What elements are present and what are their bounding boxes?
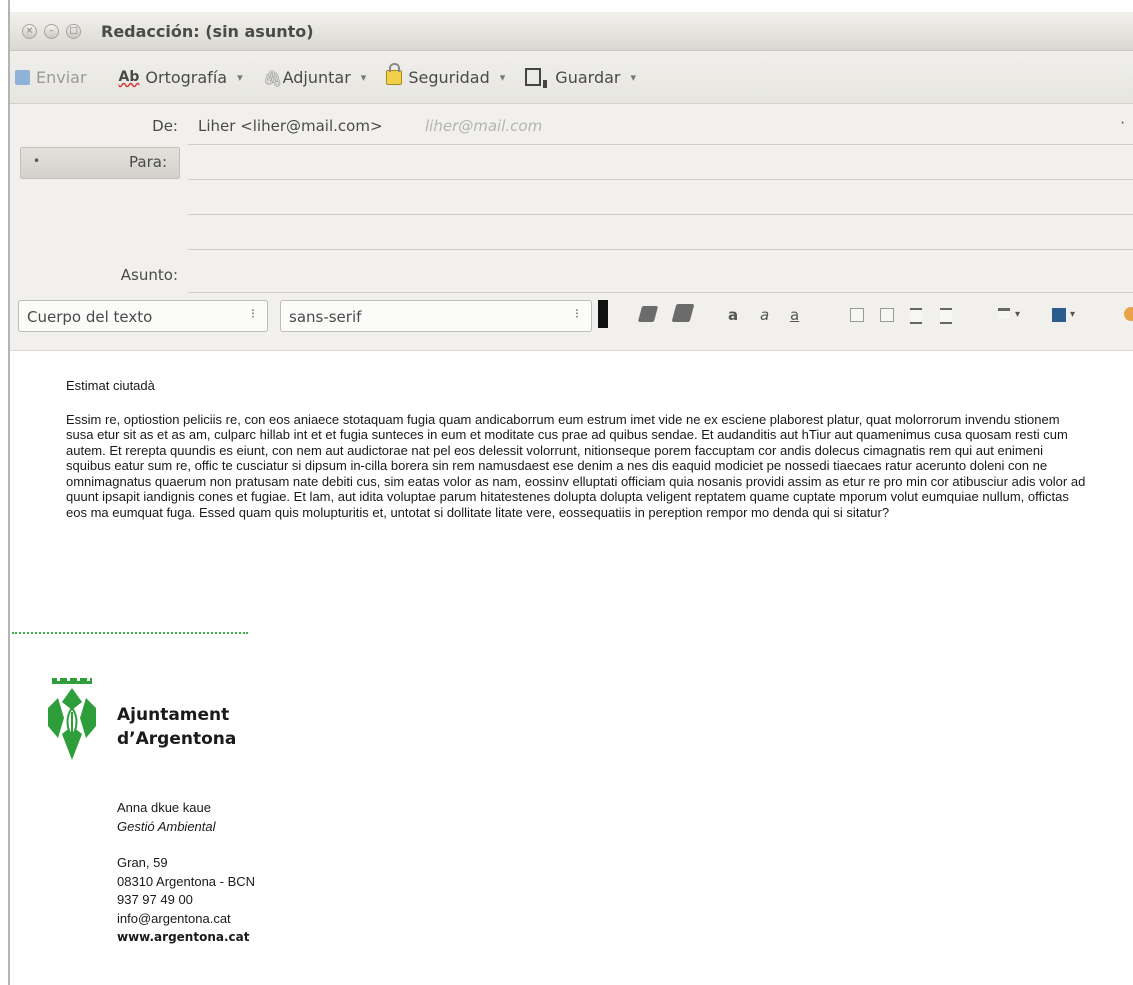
align-icon[interactable] [998,308,1010,319]
insert-image-icon[interactable] [1052,308,1066,322]
save-icon [525,68,548,88]
to-label: Para: [129,153,167,171]
minimize-icon: – [49,25,54,36]
title-bar: × – □ Redacción: (sin asunto) [10,12,1133,51]
italic-button[interactable]: a [760,306,769,324]
recipient-input-2[interactable] [188,182,1133,214]
maximize-icon: □ [69,25,78,36]
dropdown-dot-icon: • [33,154,41,168]
org-line-2: d’Argentona [117,729,237,749]
outdent-icon[interactable] [910,308,922,324]
spellcheck-icon: Ab [118,69,140,85]
chevron-down-icon[interactable]: ▾ [237,71,243,84]
spelling-label: Ortografía [145,67,228,87]
signature-department: Gestió Ambiental [117,818,216,834]
to-input[interactable] [188,147,1133,179]
signature-block: Anna dkue kaue Gestió Ambiental Gran, 59… [117,799,255,947]
close-icon: × [25,25,34,36]
from-label: De: [152,117,178,135]
bullet-list-icon[interactable] [850,308,864,322]
send-label: Enviar [36,67,87,87]
minimize-window-button[interactable]: – [44,23,59,39]
chevron-down-icon[interactable]: ▾ [1070,309,1075,320]
attach-label: Adjuntar [282,67,351,87]
security-label: Seguridad [408,67,490,87]
security-button[interactable]: Seguridad ▾ [386,62,506,87]
spinner-icon: ⁝ [574,307,579,322]
from-underline [188,144,1133,145]
maximize-window-button[interactable]: □ [66,23,81,39]
from-email-hint: liher@mail.com [425,117,543,135]
recipient-type-select[interactable]: • Para: [20,147,180,179]
chevron-down-icon[interactable]: ▾ [500,71,506,84]
close-window-button[interactable]: × [22,23,37,39]
ajuntament-logo-icon [48,678,96,760]
recipient-underline-3 [188,249,1133,250]
signature-city: 08310 Argentona - BCN [117,873,256,889]
recipient-underline-2 [188,214,1133,215]
save-button[interactable]: Guardar ▾ [525,67,636,88]
message-body[interactable]: Estimat ciutadà Essim re, optiostion pel… [66,378,1086,538]
text-color-button[interactable] [598,300,608,328]
address-fields: De: Liher <liher@mail.com> liher@mail.co… [10,104,1133,294]
spelling-button[interactable]: Ab Ortografía ▾ [119,68,243,87]
paragraph-style-select[interactable]: Cuerpo del texto ⁝ [18,300,268,332]
spinner-icon: ⁝ [250,307,255,322]
signature-street: Gran, 59 [117,855,168,870]
subject-input[interactable] [188,259,1133,291]
emoticon-icon[interactable] [1124,307,1133,321]
indent-icon[interactable] [940,308,952,324]
send-button[interactable]: Enviar [15,68,87,87]
greeting: Estimat ciutadà [66,378,155,393]
font-select[interactable]: sans-serif ⁝ [280,300,592,332]
signature-email: info@argentona.cat [117,910,231,926]
chevron-down-icon[interactable]: ▾ [361,71,367,84]
chevron-down-icon[interactable]: ▾ [630,71,636,84]
font-smaller-icon[interactable] [637,306,659,322]
compose-toolbar: Enviar Ab Ortografía ▾ 🖇 Adjuntar ▾ Segu… [10,51,1133,104]
save-label: Guardar [555,67,621,87]
signature-phone: 937 97 49 00 [117,892,193,907]
send-icon [15,69,30,85]
org-line-1: Ajuntament [117,705,230,725]
formatting-toolbar: Cuerpo del texto ⁝ sans-serif ⁝ a a a ▾ … [10,294,1133,351]
chevron-down-icon[interactable]: ▾ [1015,309,1020,320]
subject-underline [188,292,1133,293]
body-paragraph: Essim re, optiostion peliciis re, con eo… [66,411,1086,520]
bold-button[interactable]: a [728,306,738,324]
font-larger-icon[interactable] [671,304,695,322]
signature-name: Anna dkue kaue [117,800,211,815]
window-title: Redacción: (sin asunto) [101,21,314,41]
to-underline [188,179,1133,180]
signature-website: www.argentona.cat [117,930,250,944]
attach-button[interactable]: 🖇 Adjuntar ▾ [262,67,367,89]
from-dropdown-icon[interactable]: · [1120,114,1125,132]
paragraph-style-value: Cuerpo del texto [27,308,153,326]
signature-divider [12,632,248,634]
paperclip-icon: 🖇 [262,69,283,88]
font-value: sans-serif [289,308,362,326]
lock-icon [386,62,403,85]
subject-label: Asunto: [120,266,178,284]
organization-name: Ajuntament d’Argentona [117,703,236,751]
from-select[interactable]: Liher <liher@mail.com> [198,117,383,135]
numbered-list-icon[interactable] [880,308,894,322]
underline-button[interactable]: a [790,306,799,324]
